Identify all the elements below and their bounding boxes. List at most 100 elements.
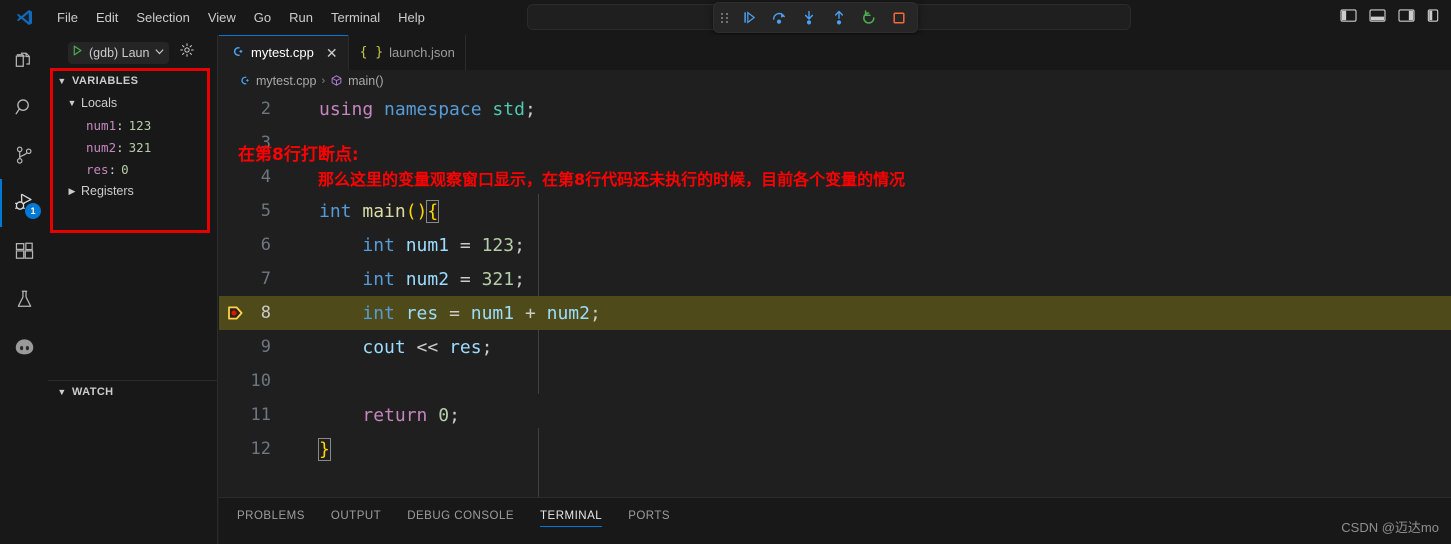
- code-token: cout: [362, 336, 406, 358]
- sidebar-item-run-and-debug[interactable]: 1: [0, 179, 48, 227]
- launch-config-dropdown[interactable]: (gdb) Laun: [68, 41, 170, 64]
- code-token: ;: [514, 268, 525, 290]
- menu-item-terminal[interactable]: Terminal: [323, 7, 388, 28]
- code-line-8[interactable]: 8 int res = num1 + num2;: [219, 296, 1451, 330]
- gear-icon[interactable]: [179, 42, 195, 63]
- variable-value: 0: [121, 161, 129, 177]
- variable-row-res[interactable]: res: 0: [48, 158, 217, 180]
- code-line-text: int num1 = 123;: [293, 235, 525, 256]
- menu-bar: File Edit Selection View Go Run Terminal…: [48, 0, 434, 35]
- menu-item-view[interactable]: View: [200, 7, 244, 28]
- variable-row-num2[interactable]: num2: 321: [48, 136, 217, 158]
- sidebar-item-testing[interactable]: [0, 275, 48, 323]
- code-token: ;: [449, 404, 460, 426]
- code-token: }: [318, 437, 331, 461]
- toggle-primary-sidebar-icon[interactable]: [1340, 8, 1357, 28]
- toggle-secondary-sidebar-icon[interactable]: [1398, 8, 1415, 28]
- tab-launch-json[interactable]: { } launch.json: [349, 35, 466, 70]
- code-line-11[interactable]: 11 return 0;: [219, 398, 1451, 432]
- step-out-button[interactable]: [828, 7, 850, 29]
- code-token: 0: [438, 404, 450, 426]
- menu-item-file[interactable]: File: [49, 7, 86, 28]
- launch-config-row: (gdb) Laun: [48, 35, 217, 70]
- launch-config-label: (gdb) Laun: [89, 45, 150, 60]
- step-into-button[interactable]: [798, 7, 820, 29]
- watch-section-header[interactable]: ▼ WATCH: [48, 380, 218, 402]
- code-line-7[interactable]: 7 int num2 = 321;: [219, 262, 1451, 296]
- sidebar-item-copilot[interactable]: [0, 323, 48, 371]
- code-line-10[interactable]: 10: [219, 364, 1451, 398]
- variables-section-header[interactable]: ▼ VARIABLES: [48, 70, 217, 92]
- sidebar-item-explorer[interactable]: [0, 35, 48, 83]
- line-number: 6: [260, 235, 271, 255]
- variables-scope-locals[interactable]: ▼ Locals: [48, 92, 217, 114]
- scope-label-registers: Registers: [81, 184, 134, 198]
- toggle-panel-icon[interactable]: [1369, 8, 1386, 28]
- panel-tab-output[interactable]: OUTPUT: [331, 498, 381, 533]
- chevron-down-icon[interactable]: [154, 44, 165, 62]
- code-token: ;: [514, 234, 525, 256]
- panel-tab-terminal[interactable]: TERMINAL: [540, 498, 603, 533]
- code-line-12[interactable]: 12}: [219, 432, 1451, 466]
- code-token: =: [449, 268, 482, 290]
- panel-tab-ports[interactable]: PORTS: [628, 498, 670, 533]
- code-line-6[interactable]: 6 int num1 = 123;: [219, 228, 1451, 262]
- code-editor[interactable]: 2 using namespace std; 3 4 5 int main(){6 int…: [219, 92, 1451, 532]
- continue-icon: [743, 11, 755, 24]
- variables-scope-registers[interactable]: ▶ Registers: [48, 180, 217, 202]
- customize-layout-icon[interactable]: [1427, 8, 1439, 28]
- code-token: 123: [481, 234, 515, 256]
- sidebar-item-search[interactable]: [0, 83, 48, 131]
- code-line-2[interactable]: 2 using namespace std;: [219, 92, 1451, 126]
- code-line-text: return 0;: [293, 405, 460, 426]
- symbol-method-icon: [330, 74, 343, 88]
- tab-mytest-cpp[interactable]: mytest.cpp ✕: [219, 35, 349, 70]
- menu-item-go[interactable]: Go: [246, 7, 279, 28]
- code-token: return: [362, 404, 428, 426]
- breadcrumb: mytest.cpp › main(): [219, 70, 1451, 92]
- title-bar: File Edit Selection View Go Run Terminal…: [0, 0, 1451, 35]
- drag-handle-icon[interactable]: [721, 12, 729, 23]
- close-icon[interactable]: ✕: [326, 46, 338, 60]
- sidebar-item-extensions[interactable]: [0, 227, 48, 275]
- sidebar-item-source-control[interactable]: [0, 131, 48, 179]
- watch-title: WATCH: [72, 385, 114, 398]
- code-line-5[interactable]: 5 int main(){: [219, 194, 1451, 228]
- play-icon[interactable]: [71, 44, 84, 62]
- vscode-window: File Edit Selection View Go Run Terminal…: [0, 0, 1451, 544]
- breadcrumb-separator: ›: [321, 75, 326, 87]
- code-token: num2: [546, 302, 590, 324]
- variable-value: 123: [128, 117, 152, 133]
- menu-item-run[interactable]: Run: [281, 7, 321, 28]
- code-token: using: [319, 98, 374, 120]
- panel-tab-problems[interactable]: PROBLEMS: [237, 498, 305, 533]
- menu-item-help[interactable]: Help: [390, 7, 433, 28]
- code-line-3[interactable]: 3: [219, 126, 1451, 160]
- breadcrumb-file[interactable]: mytest.cpp: [256, 74, 316, 88]
- code-token: main: [362, 200, 406, 222]
- layout-controls: [1340, 0, 1443, 35]
- code-token: 321: [481, 268, 515, 290]
- breadcrumb-symbol[interactable]: main(): [348, 74, 383, 88]
- code-token: std: [492, 98, 525, 120]
- variable-row-num1[interactable]: num1: 123: [48, 114, 217, 136]
- breakpoint-arrow-icon[interactable]: [227, 304, 245, 322]
- step-over-button[interactable]: [768, 7, 790, 29]
- menu-item-edit[interactable]: Edit: [88, 7, 126, 28]
- line-number: 11: [250, 405, 271, 425]
- continue-button[interactable]: [738, 7, 760, 29]
- panel-tab-debug-console[interactable]: DEBUG CONSOLE: [407, 498, 514, 533]
- stop-button[interactable]: [888, 7, 910, 29]
- code-line-9[interactable]: 9 cout << res;: [219, 330, 1451, 364]
- code-line-text: int num2 = 321;: [293, 269, 525, 290]
- menu-item-selection[interactable]: Selection: [128, 7, 197, 28]
- code-token: =: [438, 302, 471, 324]
- code-token: num2: [405, 268, 450, 290]
- restart-button[interactable]: [858, 7, 880, 29]
